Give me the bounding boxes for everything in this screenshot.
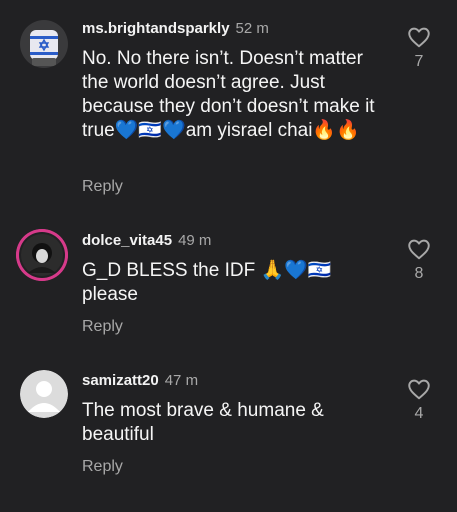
comment-text: No. No there isn’t. Doesn’t matter the w… (82, 48, 375, 141)
comment-item: ms.brightandsparkly 52 m No. No there isn… (0, 0, 457, 200)
heart-outline-icon[interactable] (406, 24, 432, 50)
username[interactable]: dolce_vita45 (82, 232, 172, 249)
comment-time: 49 m (178, 232, 212, 249)
avatar-image (20, 370, 68, 418)
reply-button[interactable]: Reply (82, 178, 123, 196)
username[interactable]: ms.brightandsparkly (82, 20, 230, 37)
comment-text: The most brave & humane & beautiful (82, 400, 324, 445)
avatar-image (20, 20, 68, 68)
heart-outline-icon[interactable] (406, 376, 432, 402)
like-count: 4 (414, 405, 424, 422)
comment-header: dolce_vita45 49 m (82, 232, 211, 250)
avatar[interactable] (16, 229, 68, 281)
comment-text: G_D BLESS the IDF 🙏💙🇮🇱 please (82, 260, 332, 305)
reply-button[interactable]: Reply (82, 318, 123, 336)
comment-header: samizatt20 47 m (82, 372, 198, 390)
avatar[interactable] (20, 20, 68, 68)
heart-outline-icon[interactable] (406, 236, 432, 262)
like-count: 7 (414, 53, 424, 70)
avatar[interactable] (20, 370, 68, 418)
avatar-image (16, 229, 68, 281)
comment-time: 47 m (164, 372, 199, 389)
comment-time: 52 m (235, 20, 269, 37)
like-count: 8 (414, 265, 424, 282)
comment-item: dolce_vita45 49 m G_D BLESS the IDF 🙏💙🇮🇱 … (0, 220, 457, 350)
reply-button[interactable]: Reply (82, 458, 123, 476)
username[interactable]: samizatt20 (82, 372, 159, 389)
comment-header: ms.brightandsparkly 52 m (82, 20, 269, 38)
comment-item: samizatt20 47 m The most brave & humane &… (0, 360, 457, 500)
